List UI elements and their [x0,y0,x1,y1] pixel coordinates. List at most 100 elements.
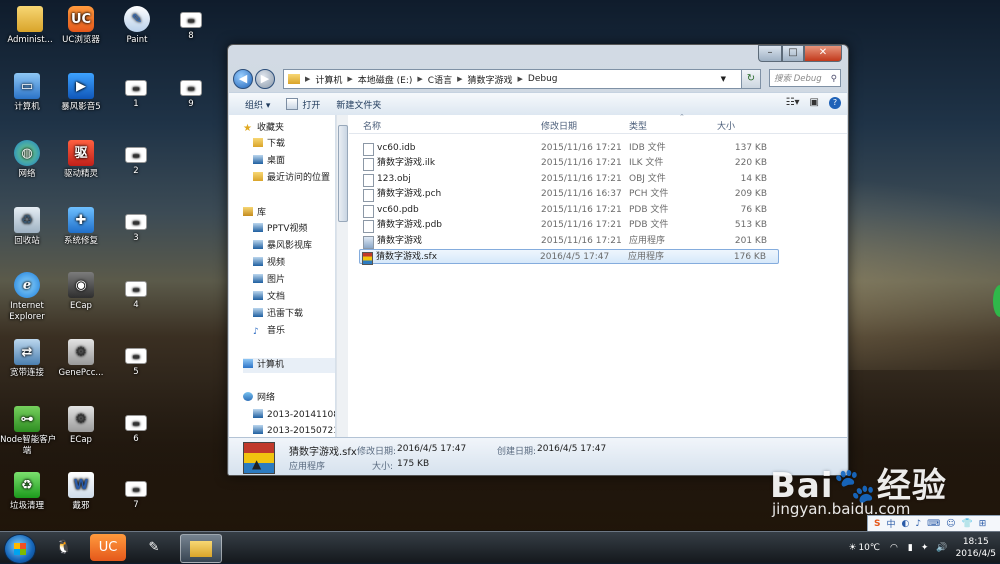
breadcrumb-computer[interactable]: 计算机 [315,73,342,86]
column-header-name[interactable]: 名称 [363,119,381,132]
weather-sun-icon[interactable]: ☀ [848,543,856,553]
desktop-icon-ecap-camera[interactable]: ◉ ECap [51,272,111,312]
wifi-icon[interactable]: ◠ [890,543,898,553]
desktop-icon-network[interactable]: ◍ 网络 [0,140,57,180]
weather-temperature[interactable]: 10℃ [858,543,880,553]
file-row[interactable]: 猜数字游戏 2015/11/16 17:21 应用程序 201 KB [361,234,779,249]
taskbar-qq[interactable]: 🐧 [44,534,84,561]
ime-shirt-icon[interactable]: 👕 [962,519,973,529]
preview-pane-icon[interactable]: ▣ [810,97,819,109]
ime-language-bar[interactable]: S 中 ◐ ♪ ⌨ ☺ 👕 ⊞ [867,515,1000,532]
breadcrumb-game[interactable]: 猜数字游戏 [467,73,512,86]
start-button[interactable] [4,534,36,564]
file-row[interactable]: 猜数字游戏.pdb 2015/11/16 17:21 PDB 文件 513 KB [361,218,779,233]
ime-mode[interactable]: 中 [886,517,895,530]
floating-widget[interactable] [993,285,1000,317]
nav-pictures[interactable]: 图片 [253,273,285,288]
desktop-icon-9[interactable]: ▬ 9 [161,80,221,110]
new-folder-button[interactable]: 新建文件夹 [336,98,381,111]
file-icon [363,158,374,171]
column-header-date[interactable]: 修改日期 [541,119,577,132]
nav-music[interactable]: ♪ 音乐 [253,324,285,339]
ime-grid-icon[interactable]: ⊞ [979,519,987,529]
camera-icon: ◉ [68,272,94,298]
taskbar-uc-browser[interactable]: UC [90,534,126,561]
nav-libraries[interactable]: 库 [243,206,266,221]
nav-network-host-1[interactable]: 2013-20141108 [253,408,335,423]
network-tray-icon[interactable]: ▮ [908,543,913,553]
close-button[interactable]: ✕ [804,45,842,62]
explorer-window[interactable]: – □ ✕ ◀ ▶ ▶ 计算机 ▶ 本地磁盘 (E:) ▶ C语言 ▶ 猜数字游… [227,44,849,476]
taskbar-explorer[interactable] [180,534,222,563]
desktop-icon-5[interactable]: ▬ 5 [106,348,166,378]
desktop-icon-8[interactable]: ▬ 8 [161,12,221,42]
file-row[interactable]: 猜数字游戏.pch 2015/11/16 16:37 PCH 文件 209 KB [361,187,779,202]
breadcrumb-drive-e[interactable]: 本地磁盘 (E:) [358,73,413,86]
desktop-icon-2[interactable]: ▬ 2 [106,147,166,177]
minimize-button[interactable]: – [758,45,782,62]
desktop-icon-uc-browser[interactable]: UC UC浏览器 [51,6,111,46]
details-filename: 猜数字游戏.sfx [289,447,357,458]
desktop-icon-computer[interactable]: ▭ 计算机 [0,73,57,113]
nav-network-host-2[interactable]: 2013-20150721 [253,424,335,437]
volume-icon[interactable]: 🔊 [936,543,947,553]
desktop-icon-6[interactable]: ▬ 6 [106,415,166,445]
open-button[interactable]: 打开 [286,97,320,111]
desktop-icon-inode[interactable]: ⊶ iNode智能客户端 [0,406,57,457]
nav-desktop[interactable]: 桌面 [253,154,285,169]
refresh-button[interactable]: ↻ [741,69,761,89]
clock[interactable]: 18:15 2016/4/5 [956,536,996,560]
view-options-icon[interactable]: ☷▾ [786,97,800,109]
file-row[interactable]: 猜数字游戏.ilk 2015/11/16 17:21 ILK 文件 220 KB [361,156,779,171]
nav-pptv[interactable]: PPTV视频 [253,222,308,237]
nav-documents[interactable]: 文档 [253,290,285,305]
desktop-icon-broadband[interactable]: ⇄ 宽带连接 [0,339,57,379]
desktop-icon-4[interactable]: ▬ 4 [106,281,166,311]
address-dropdown-icon[interactable]: ▼ [721,75,726,83]
nav-videos[interactable]: 视频 [253,256,285,271]
desktop-icon-ecap[interactable]: ⚙ ECap [51,406,111,446]
ime-mic-icon[interactable]: ♪ [915,519,921,529]
nav-downloads[interactable]: 下载 [253,137,285,152]
ime-keyboard-icon[interactable]: ⌨ [927,519,940,529]
security-icon[interactable]: ✦ [921,543,929,553]
ime-punctuation-icon[interactable]: ◐ [902,519,910,529]
nav-scrollbar[interactable] [336,115,348,437]
file-row[interactable]: vc60.idb 2015/11/16 17:21 IDB 文件 137 KB [361,141,779,156]
column-header-size[interactable]: 大小 [717,119,735,132]
forward-button[interactable]: ▶ [255,69,275,89]
nav-favorites[interactable]: ★ 收藏夹 [243,121,284,136]
file-row-selected[interactable]: 猜数字游戏.sfx 2016/4/5 17:47 应用程序 176 KB [359,249,779,265]
desktop-icon-baofeng[interactable]: ▶ 暴风影音5 [51,73,111,113]
desktop-icon-system-repair[interactable]: ✚ 系统修复 [51,207,111,247]
maximize-button[interactable]: □ [782,45,804,62]
taskbar-paint[interactable]: ✎ [134,534,174,561]
column-header-type[interactable]: 类型 [629,119,647,132]
back-button[interactable]: ◀ [233,69,253,89]
breadcrumb-debug[interactable]: Debug [528,74,558,84]
help-icon[interactable]: ? [829,97,841,109]
desktop-icon-7[interactable]: ▬ 7 [106,481,166,511]
nav-computer[interactable]: 计算机 [243,358,335,373]
address-bar[interactable]: ▶ 计算机 ▶ 本地磁盘 (E:) ▶ C语言 ▶ 猜数字游戏 ▶ Debug … [283,69,745,89]
search-input[interactable]: 搜索 Debug ⚲ [769,69,841,87]
desktop-icon-internet-explorer[interactable]: e Internet Explorer [0,272,57,323]
breadcrumb-c-language[interactable]: C语言 [428,73,452,86]
organize-button[interactable]: 组织 ▾ [245,98,270,111]
scrollbar-thumb[interactable] [338,125,348,222]
desktop-icon-word-doc[interactable]: W 戴邪 [51,472,111,512]
desktop-icon-driver-genius[interactable]: 驱驱动精灵 [51,140,111,180]
nav-network[interactable]: 网络 [243,391,275,406]
desktop-icon-1[interactable]: ▬ 1 [106,80,166,110]
file-row[interactable]: vc60.pdb 2015/11/16 17:21 PDB 文件 76 KB [361,203,779,218]
desktop-icon-3[interactable]: ▬ 3 [106,214,166,244]
ime-user-icon[interactable]: ☺ [946,519,955,529]
desktop-icon-cleaner[interactable]: ♻ 垃圾清理 [0,472,57,512]
desktop-icon-paint[interactable]: ✎ Paint [107,6,167,46]
nav-baofeng[interactable]: 暴风影视库 [253,239,312,254]
nav-thunder[interactable]: 迅雷下载 [253,307,303,322]
nav-recent[interactable]: 最近访问的位置 [253,171,330,186]
desktop-icon-genepcc[interactable]: ⚙ GenePcc... [51,339,111,379]
desktop-icon-recycle-bin[interactable]: ♻ 回收站 [0,207,57,247]
file-row[interactable]: 123.obj 2015/11/16 17:21 OBJ 文件 14 KB [361,172,779,187]
